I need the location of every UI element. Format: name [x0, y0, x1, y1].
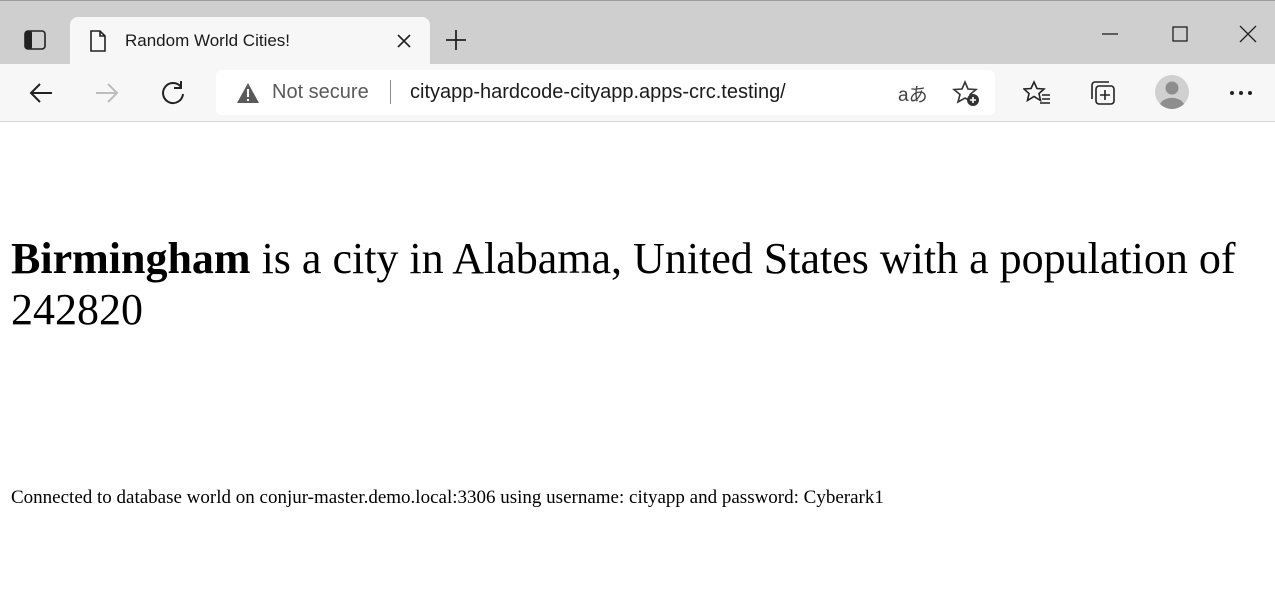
city-name: Birmingham [11, 234, 251, 283]
minimize-icon[interactable] [1099, 23, 1121, 45]
tab-actions-icon[interactable] [14, 23, 56, 57]
star-plus-icon[interactable] [951, 79, 980, 107]
city-headline: Birmingham is a city in Alabama, United … [11, 233, 1273, 335]
more-icon[interactable] [1227, 79, 1255, 107]
favorites-icon[interactable] [1022, 79, 1051, 107]
tab-title: Random World Cities! [125, 31, 291, 50]
browser-tab-active[interactable]: Random World Cities! [70, 17, 430, 65]
warning-icon[interactable] [236, 82, 260, 104]
close-window-icon[interactable] [1237, 23, 1259, 45]
back-arrow-icon[interactable] [27, 79, 55, 107]
browser-titlebar: Random World Cities! [0, 0, 1275, 65]
refresh-icon[interactable] [159, 79, 187, 107]
security-label[interactable]: Not secure [272, 81, 369, 104]
page-content: Birmingham is a city in Alabama, United … [0, 123, 1275, 591]
read-aloud-icon[interactable]: aあ [898, 80, 928, 107]
collections-icon[interactable] [1089, 79, 1117, 107]
page-icon [88, 29, 108, 53]
url-text[interactable]: cityapp-hardcode-cityapp.apps-crc.testin… [410, 81, 786, 104]
forward-arrow-icon[interactable] [93, 79, 121, 107]
address-bar[interactable]: Not secure cityapp-hardcode-cityapp.apps… [216, 70, 995, 115]
close-icon[interactable] [396, 33, 412, 49]
profile-avatar-icon[interactable] [1155, 75, 1189, 109]
database-connection-info: Connected to database world on conjur-ma… [11, 487, 884, 508]
plus-icon[interactable] [444, 28, 468, 52]
address-divider [390, 80, 391, 104]
browser-toolbar: Not secure cityapp-hardcode-cityapp.apps… [0, 64, 1275, 122]
maximize-icon[interactable] [1169, 23, 1191, 45]
